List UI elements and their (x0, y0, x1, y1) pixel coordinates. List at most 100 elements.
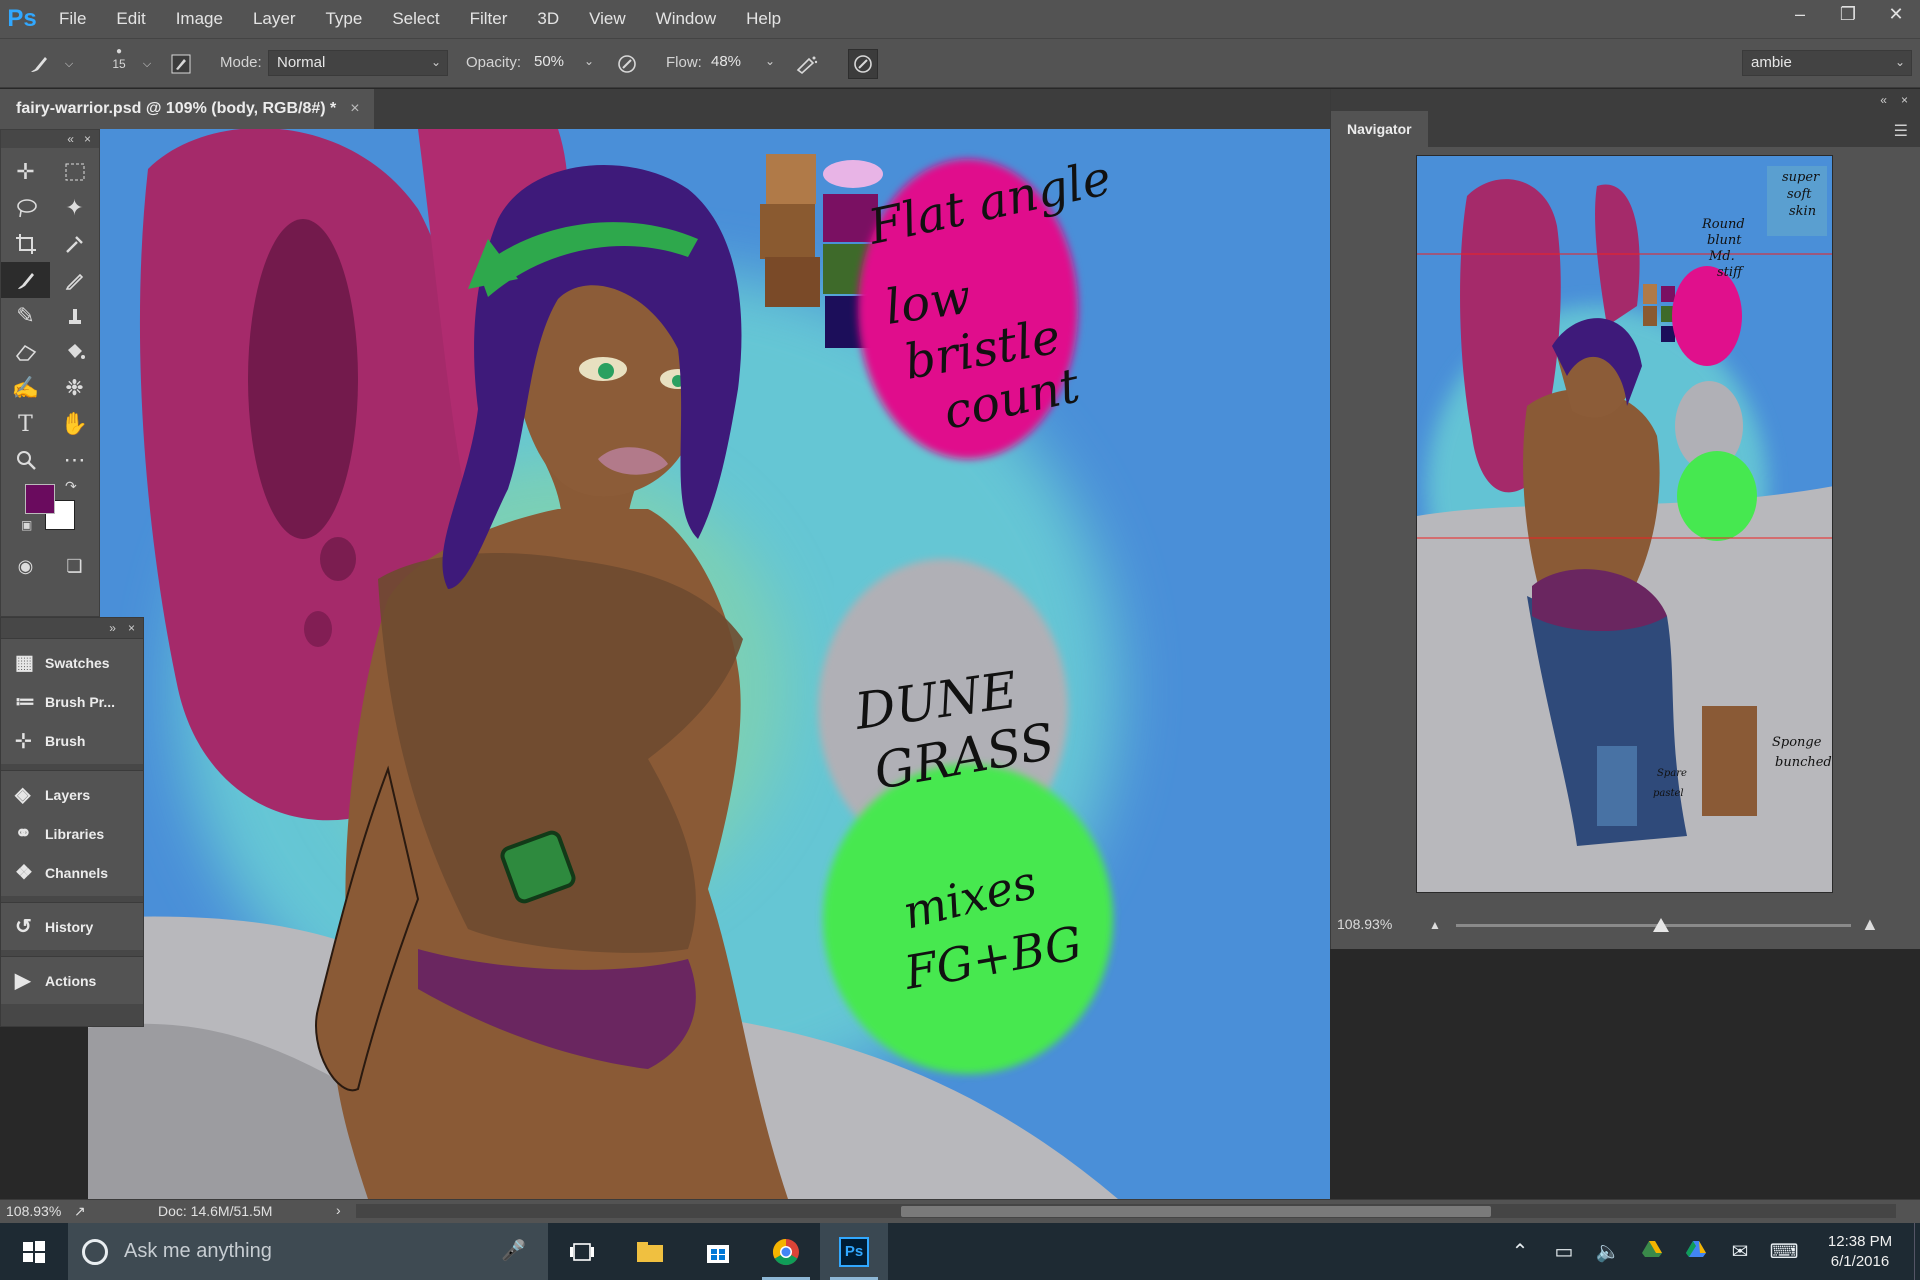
screen-mode-icon[interactable]: ❏ (50, 548, 99, 584)
zoom-in-icon[interactable]: ▲ (1861, 914, 1879, 935)
photoshop-taskbar-icon[interactable]: Ps (820, 1223, 888, 1280)
hand-tool-icon[interactable]: ✋ (50, 406, 99, 442)
sponge-tool-icon[interactable]: ❉ (50, 370, 99, 406)
opacity-field[interactable]: 50% ⌄ (526, 50, 600, 76)
lasso-tool-icon[interactable] (1, 190, 50, 226)
pencil-tool-icon[interactable] (50, 262, 99, 298)
artwork-canvas[interactable]: Flat angle low bristle count DUNE GRASS … (88, 129, 1330, 1199)
menu-filter[interactable]: Filter (455, 0, 523, 38)
chevron-down-icon[interactable]: ⌵ (56, 51, 82, 77)
tab-navigator[interactable]: Navigator (1331, 111, 1428, 147)
menu-3d[interactable]: 3D (522, 0, 574, 38)
flow-field[interactable]: 48% ⌄ (703, 50, 781, 76)
canvas-area[interactable]: Flat angle low bristle count DUNE GRASS … (0, 129, 1330, 1199)
scrollbar-thumb[interactable] (901, 1206, 1491, 1217)
zoom-out-icon[interactable]: ▲ (1429, 918, 1441, 932)
horizontal-scrollbar[interactable] (356, 1204, 1896, 1218)
workspace-select[interactable]: ambie ⌄ (1742, 50, 1912, 76)
notification-icon[interactable]: ✉ (1718, 1239, 1762, 1264)
panel-brush[interactable]: ⊹ Brush (1, 721, 143, 760)
expand-icon[interactable]: » (109, 621, 116, 635)
move-tool-icon[interactable]: ✛ (1, 154, 50, 190)
menu-type[interactable]: Type (310, 0, 377, 38)
menu-window[interactable]: Window (641, 0, 731, 38)
menu-select[interactable]: Select (377, 0, 454, 38)
close-icon[interactable]: × (1901, 93, 1908, 107)
close-icon[interactable]: × (128, 621, 135, 635)
volume-muted-icon[interactable]: 🔈 (1586, 1239, 1630, 1264)
chevron-down-icon[interactable]: ⌵ (134, 51, 160, 77)
brush-size-picker[interactable]: ● 15 (106, 45, 132, 71)
collapse-icon[interactable]: « (1880, 93, 1887, 107)
nav-annotation-blunt: blunt (1707, 233, 1742, 248)
marquee-tool-icon[interactable] (50, 154, 99, 190)
smudge-tool-icon[interactable]: ✍ (1, 370, 50, 406)
brush-tool-preset-icon[interactable] (26, 51, 52, 77)
battery-icon[interactable]: ▭ (1542, 1239, 1586, 1264)
cortana-search-box[interactable]: Ask me anything 🎤 (68, 1223, 548, 1280)
zoom-tool-icon[interactable] (1, 442, 50, 478)
document-tab[interactable]: fairy-warrior.psd @ 109% (body, RGB/8#) … (0, 89, 374, 129)
magic-wand-tool-icon[interactable]: ✦ (50, 190, 99, 226)
close-icon[interactable]: ✕ (1872, 0, 1920, 28)
brush-tool-icon[interactable] (1, 262, 50, 298)
zoom-slider-handle[interactable] (1653, 918, 1670, 932)
panel-actions[interactable]: ▶ Actions (1, 961, 143, 1000)
panel-layers[interactable]: ◈ Layers (1, 775, 143, 814)
show-desktop-button[interactable] (1914, 1223, 1920, 1280)
start-button[interactable] (0, 1223, 68, 1280)
quick-mask-icon[interactable]: ◉ (1, 548, 50, 584)
menu-help[interactable]: Help (731, 0, 796, 38)
brush-panel-toggle-icon[interactable] (168, 51, 194, 77)
menu-layer[interactable]: Layer (238, 0, 311, 38)
store-icon[interactable] (684, 1223, 752, 1280)
collapse-icon[interactable]: « (67, 132, 74, 146)
panel-libraries[interactable]: ⚭ Libraries (1, 814, 143, 853)
type-tool-icon[interactable]: T (1, 406, 50, 442)
chevron-down-icon: ⌄ (764, 54, 775, 68)
mode-select[interactable]: Normal ⌄ (268, 50, 448, 76)
panel-history[interactable]: ↺ History (1, 907, 143, 946)
panel-channels[interactable]: ❖ Channels (1, 853, 143, 892)
crop-tool-icon[interactable] (1, 226, 50, 262)
task-view-icon[interactable] (548, 1223, 616, 1280)
default-colors-icon[interactable]: ▣ (21, 518, 32, 532)
panel-menu-icon[interactable]: ☰ (1894, 121, 1908, 141)
google-drive-alt-icon[interactable] (1674, 1240, 1718, 1264)
pressure-size-icon[interactable] (848, 49, 878, 79)
pressure-opacity-icon[interactable] (614, 51, 640, 77)
keyboard-icon[interactable]: ⌨ (1762, 1239, 1806, 1264)
export-icon[interactable]: ↗ (74, 1203, 86, 1220)
menu-file[interactable]: File (44, 0, 101, 38)
clone-stamp-tool-icon[interactable] (50, 298, 99, 334)
menu-image[interactable]: Image (161, 0, 238, 38)
eraser-tool-icon[interactable] (1, 334, 50, 370)
swap-colors-icon[interactable]: ↷ (65, 478, 77, 495)
close-icon[interactable]: × (350, 100, 359, 118)
chevron-up-icon[interactable]: ⌃ (1498, 1239, 1542, 1264)
microphone-icon[interactable]: 🎤 (501, 1238, 526, 1263)
close-icon[interactable]: × (84, 132, 91, 146)
file-explorer-icon[interactable] (616, 1223, 684, 1280)
paint-bucket-tool-icon[interactable] (50, 334, 99, 370)
healing-brush-tool-icon[interactable]: ✎ (1, 298, 50, 334)
eyedropper-tool-icon[interactable] (50, 226, 99, 262)
navigator-tabs: Navigator ☰ (1331, 111, 1920, 147)
restore-icon[interactable]: ❐ (1824, 0, 1872, 28)
google-drive-icon[interactable] (1630, 1240, 1674, 1264)
navigator-thumbnail[interactable]: super soft skin Round blunt Md. stiff Sp… (1416, 155, 1833, 893)
airbrush-icon[interactable] (794, 51, 820, 77)
more-tools-icon[interactable]: ⋯ (50, 442, 99, 478)
nav-annotation-stiff: stiff (1717, 265, 1745, 280)
menu-view[interactable]: View (574, 0, 641, 38)
menu-edit[interactable]: Edit (101, 0, 160, 38)
panel-brush-presets[interactable]: ≔ Brush Pr... (1, 682, 143, 721)
navigator-zoom-value[interactable]: 108.93% (1337, 916, 1392, 932)
status-menu-arrow[interactable]: › (336, 1202, 341, 1218)
minimize-icon[interactable]: – (1776, 0, 1824, 28)
chrome-icon[interactable] (752, 1223, 820, 1280)
status-zoom[interactable]: 108.93% (6, 1203, 61, 1219)
panel-swatches[interactable]: ▦ Swatches (1, 643, 143, 682)
clock[interactable]: 12:38 PM 6/1/2016 (1806, 1232, 1914, 1272)
foreground-color-swatch[interactable] (25, 484, 55, 514)
